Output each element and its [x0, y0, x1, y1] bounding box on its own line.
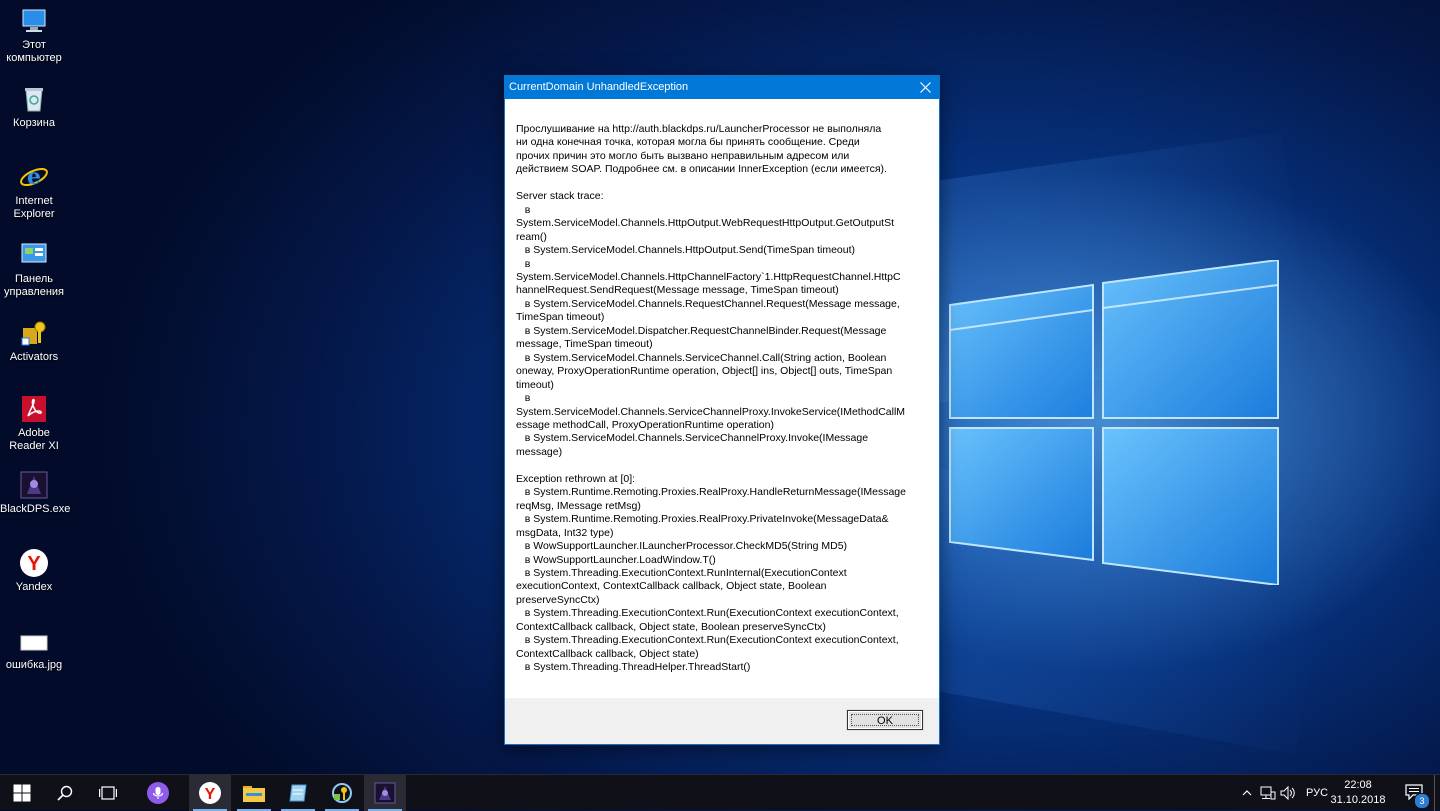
blackdps-icon	[19, 470, 49, 500]
error-message-text: Прослушивание на http://auth.blackdps.ru…	[516, 123, 906, 674]
desktop-icon-activators[interactable]: Activators	[0, 318, 68, 364]
notepad-icon	[289, 784, 307, 802]
dialog-footer: OK	[505, 698, 939, 744]
tray-network[interactable]	[1259, 775, 1277, 811]
speaker-icon	[1280, 786, 1295, 800]
yandex-browser-icon: Y	[199, 782, 221, 804]
windows-logo-wallpaper	[949, 260, 1279, 585]
taskbar-app-file-explorer[interactable]	[233, 775, 275, 811]
desktop-icon-this-computer[interactable]: Этот компьютер	[0, 6, 68, 65]
taskbar-app-blackdps[interactable]	[364, 775, 406, 811]
tray-clock[interactable]: 22:08 31.10.2018	[1328, 778, 1388, 808]
exception-dialog: CurrentDomain UnhandledException Прослуш…	[504, 75, 940, 745]
clock-date: 31.10.2018	[1330, 794, 1386, 806]
desktop-icon-label: Корзина	[13, 117, 55, 129]
alice-voice-button[interactable]	[136, 775, 180, 811]
desktop-icon-adobe-reader[interactable]: Adobe Reader XI	[0, 394, 68, 453]
activators-icon	[332, 783, 352, 803]
taskbar: Y РУС 22:08 31.10.2018 3	[0, 774, 1440, 811]
desktop-icon-label: BlackDPS.exe	[0, 503, 71, 515]
close-button[interactable]	[911, 76, 939, 99]
task-view-button[interactable]	[86, 775, 130, 811]
ok-button[interactable]: OK	[846, 709, 924, 731]
desktop-icon-label: ошибка.jpg	[5, 659, 63, 671]
control-panel-icon	[19, 240, 49, 270]
recycle-bin-icon	[19, 84, 49, 114]
search-button[interactable]	[43, 775, 87, 811]
svg-text:Y: Y	[27, 553, 41, 575]
tray-overflow-button[interactable]	[1240, 775, 1254, 811]
network-icon	[1260, 786, 1276, 800]
desktop-icon-label: Yandex	[15, 581, 53, 593]
tray-language[interactable]: РУС	[1306, 775, 1330, 811]
adobe-reader-icon	[19, 394, 49, 424]
desktop-icon-control-panel[interactable]: Панель управления	[0, 240, 68, 299]
taskbar-app-yandex-browser[interactable]: Y	[189, 775, 231, 811]
chevron-up-icon	[1242, 790, 1252, 796]
desktop-icon-error-image[interactable]: ошибка.jpg	[0, 626, 68, 672]
desktop-icon-blackdps[interactable]: BlackDPS.exe	[0, 470, 71, 516]
desktop-icon-label: Панель управления	[4, 273, 64, 298]
taskbar-app-activators[interactable]	[321, 775, 363, 811]
desktop-icon-label: Этот компьютер	[6, 39, 62, 64]
dialog-title: CurrentDomain UnhandledException	[509, 81, 689, 93]
tray-volume[interactable]	[1280, 775, 1296, 811]
close-icon	[920, 82, 931, 93]
taskbar-app-notepad[interactable]	[277, 775, 319, 811]
yandex-icon: Y	[19, 548, 49, 578]
activators-icon	[19, 318, 49, 348]
action-center-button[interactable]: 3	[1402, 781, 1430, 809]
svg-text:Y: Y	[205, 786, 216, 803]
windows-start-icon	[13, 784, 31, 802]
image-file-icon	[19, 626, 49, 656]
dialog-titlebar[interactable]: CurrentDomain UnhandledException	[505, 76, 939, 99]
clock-time: 22:08	[1344, 779, 1372, 791]
svg-text:e: e	[27, 164, 41, 190]
desktop-icon-label: Adobe Reader XI	[9, 427, 59, 452]
desktop-icon-label: Activators	[9, 351, 59, 363]
desktop-icon-recycle-bin[interactable]: Корзина	[0, 84, 68, 130]
desktop-icon-yandex[interactable]: Y Yandex	[0, 548, 68, 594]
blackdps-icon	[374, 782, 396, 804]
search-icon	[57, 785, 73, 801]
desktop-icon-internet-explorer[interactable]: e Internet Explorer	[0, 162, 68, 221]
task-view-icon	[99, 786, 117, 800]
desktop-icon-label: Internet Explorer	[13, 195, 55, 220]
start-button[interactable]	[0, 775, 44, 811]
show-desktop-button[interactable]	[1434, 775, 1440, 811]
file-explorer-icon	[243, 786, 265, 802]
notification-count-badge: 3	[1414, 793, 1430, 809]
computer-icon	[19, 6, 49, 36]
internet-explorer-icon: e	[19, 162, 49, 192]
microphone-icon	[147, 782, 169, 804]
